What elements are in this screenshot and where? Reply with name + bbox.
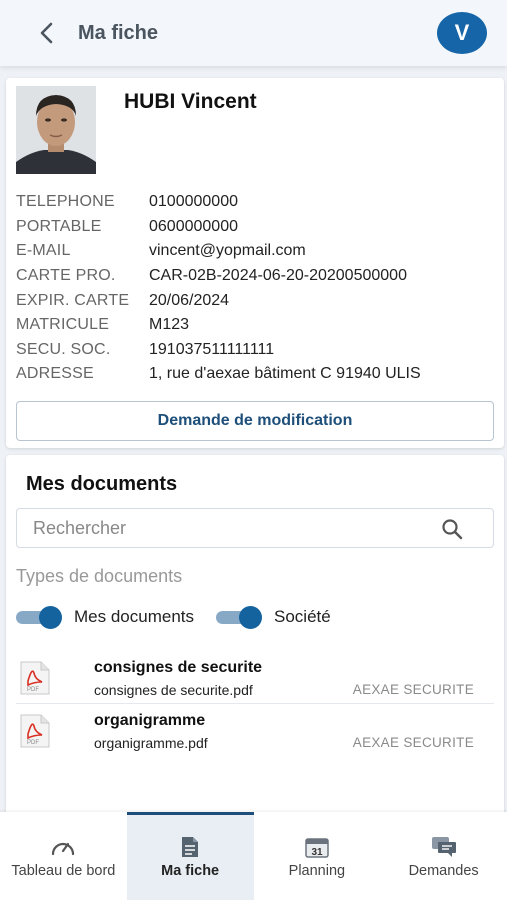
list-item[interactable]: PDF consignes de securite consignes de s…	[16, 651, 494, 704]
info-label: CARTE PRO.	[16, 267, 116, 285]
document-name: organigramme	[94, 712, 206, 729]
documents-card: Mes documents Types de documents Mes doc…	[6, 455, 504, 815]
app-header: Ma fiche V	[0, 0, 507, 66]
search-input[interactable]	[33, 517, 413, 539]
info-row-matricule: MATRICULE M123	[16, 313, 421, 338]
info-label: EXPIR. CARTE	[16, 291, 130, 309]
toggle-societe[interactable]: Société	[216, 605, 331, 629]
info-label: TELEPHONE	[16, 193, 115, 211]
info-row-email: E-MAIL vincent@yopmail.com	[16, 239, 421, 264]
chat-icon	[431, 837, 456, 857]
calendar-icon: 31	[305, 838, 329, 858]
info-value: 20/06/2024	[149, 291, 230, 309]
document-filename: organigramme.pdf	[94, 735, 208, 751]
nav-item-tableau-de-bord[interactable]: Tableau de bord	[0, 812, 127, 900]
bottom-nav: Tableau de bord Ma fiche 31 Planning Dem…	[0, 812, 507, 900]
list-item[interactable]: PDF organigramme organigramme.pdf AEXAE …	[16, 704, 494, 757]
nav-item-ma-fiche[interactable]: Ma fiche	[126, 812, 254, 900]
svg-text:PDF: PDF	[27, 687, 39, 693]
info-value: vincent@yopmail.com	[149, 242, 306, 260]
profile-info-list: TELEPHONE 0100000000 PORTABLE 0600000000…	[16, 190, 421, 387]
document-company: AEXAE SECURITE	[352, 735, 474, 750]
toggle-label: Mes documents	[74, 607, 194, 626]
nav-label: Planning	[288, 863, 346, 879]
nav-item-demandes[interactable]: Demandes	[380, 812, 507, 900]
nav-label: Demandes	[408, 863, 479, 879]
info-label: E-MAIL	[16, 242, 71, 260]
toggle-label: Société	[274, 607, 331, 626]
toggle-switch[interactable]	[216, 605, 262, 629]
info-row-adresse: ADRESSE 1, rue d'aexae bâtiment C 91940 …	[16, 362, 421, 387]
employee-name: HUBI Vincent	[124, 90, 257, 113]
info-label: ADRESSE	[16, 365, 94, 383]
nav-item-planning[interactable]: 31 Planning	[254, 812, 381, 900]
profile-card: HUBI Vincent TELEPHONE 0100000000 PORTAB…	[6, 78, 504, 448]
nav-label: Ma fiche	[161, 863, 220, 879]
search-box	[16, 508, 494, 548]
document-icon	[182, 837, 199, 857]
info-value: 191037511111111	[149, 340, 275, 358]
back-button[interactable]	[32, 18, 62, 48]
pdf-icon: PDF	[20, 661, 50, 695]
info-value: 1, rue d'aexae bâtiment C 91940 ULIS	[149, 365, 421, 383]
info-label: PORTABLE	[16, 217, 102, 235]
svg-text:31: 31	[311, 847, 323, 858]
document-name: consignes de securite	[94, 659, 263, 676]
nav-label: Tableau de bord	[11, 863, 116, 879]
info-row-portable: PORTABLE 0600000000	[16, 215, 421, 240]
svg-text:PDF: PDF	[27, 740, 39, 746]
info-row-secu-soc: SECU. SOC. 191037511111111	[16, 338, 421, 363]
info-value: CAR-02B-2024-06-20-20200500000	[149, 267, 407, 285]
documents-title: Mes documents	[26, 473, 178, 495]
page-title: Ma fiche	[78, 21, 159, 44]
info-row-expir-carte: EXPIR. CARTE 20/06/2024	[16, 288, 421, 313]
toggle-switch[interactable]	[16, 605, 62, 629]
info-value: 0600000000	[149, 217, 238, 235]
request-modification-button[interactable]: Demande de modification	[16, 401, 494, 441]
avatar[interactable]: V	[437, 12, 487, 54]
document-list: PDF consignes de securite consignes de s…	[16, 651, 494, 757]
document-filename: consignes de securite.pdf	[94, 682, 253, 698]
document-type-toggles: Mes documents Société	[16, 605, 353, 629]
pdf-icon: PDF	[20, 714, 50, 748]
chevron-left-icon	[40, 22, 53, 44]
info-row-carte-pro: CARTE PRO. CAR-02B-2024-06-20-2020050000…	[16, 264, 421, 289]
info-value: 0100000000	[149, 193, 238, 211]
document-company: AEXAE SECURITE	[352, 682, 474, 697]
gauge-icon	[52, 842, 75, 856]
document-types-label: Types de documents	[16, 566, 183, 586]
info-value: M123	[149, 316, 190, 334]
info-row-telephone: TELEPHONE 0100000000	[16, 190, 421, 215]
info-label: MATRICULE	[16, 316, 110, 334]
toggle-mes-documents[interactable]: Mes documents	[16, 605, 194, 629]
info-label: SECU. SOC.	[16, 340, 111, 358]
search-icon[interactable]	[441, 518, 463, 540]
profile-photo	[16, 86, 96, 174]
